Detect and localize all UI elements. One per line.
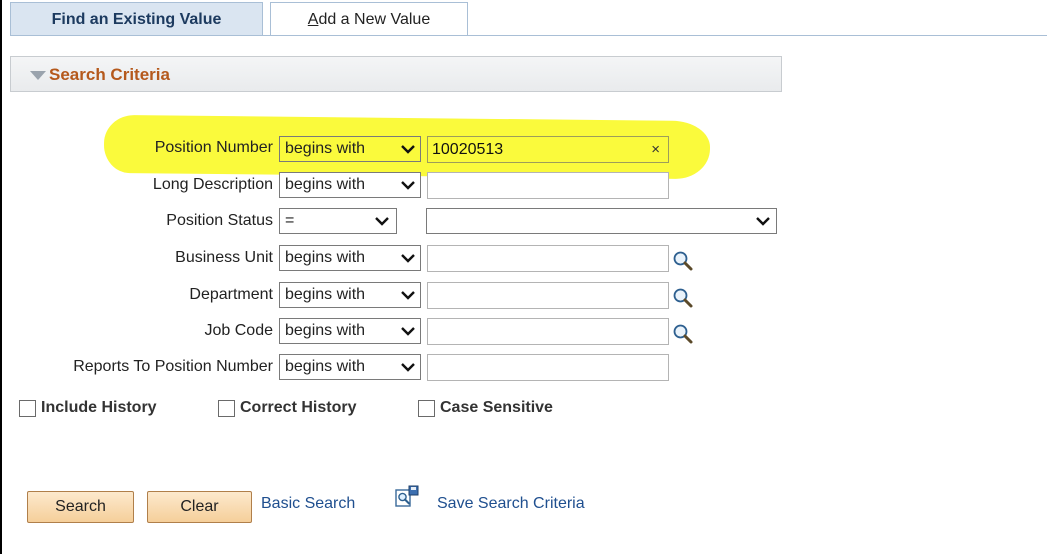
- long-description-operator-value: begins with: [285, 176, 366, 193]
- include-history-checkbox[interactable]: [19, 400, 36, 417]
- magnifier-icon[interactable]: [672, 323, 694, 345]
- position-number-operator-value: begins with: [285, 140, 366, 157]
- save-search-icon[interactable]: [394, 484, 420, 510]
- tab-add-new-label: dd a New Value: [318, 11, 431, 28]
- reports-to-position-number-label: Reports To Position Number: [73, 358, 273, 375]
- include-history-label: Include History: [41, 399, 157, 416]
- department-operator-value: begins with: [285, 286, 366, 303]
- include-history-option[interactable]: Include History: [19, 398, 199, 422]
- job-code-label: Job Code: [204, 322, 274, 339]
- chevron-down-icon: [401, 145, 415, 154]
- position-status-value-select[interactable]: [426, 208, 777, 234]
- tab-add-new-accesskey: A: [307, 11, 319, 28]
- job-code-operator-value: begins with: [285, 322, 366, 339]
- position-status-label: Position Status: [166, 212, 273, 229]
- chevron-down-icon: [401, 363, 415, 372]
- tab-find-existing-value[interactable]: Find an Existing Value: [10, 2, 263, 35]
- chevron-down-icon: [401, 327, 415, 336]
- long-description-input[interactable]: [427, 172, 669, 199]
- long-description-operator-select[interactable]: begins with: [279, 172, 421, 198]
- department-input[interactable]: [427, 282, 669, 309]
- long-description-label: Long Description: [152, 176, 273, 193]
- position-status-operator-value: =: [285, 212, 295, 229]
- correct-history-option[interactable]: Correct History: [218, 398, 398, 422]
- position-number-operator-select[interactable]: begins with: [279, 136, 421, 162]
- job-code-operator-select[interactable]: begins with: [279, 318, 421, 344]
- chevron-down-icon: [375, 217, 389, 226]
- chevron-down-icon: [756, 217, 770, 226]
- clear-button[interactable]: Clear: [147, 491, 252, 523]
- case-sensitive-checkbox[interactable]: [418, 400, 435, 417]
- case-sensitive-label: Case Sensitive: [440, 399, 553, 416]
- search-button[interactable]: Search: [27, 491, 134, 523]
- magnifier-icon[interactable]: [672, 287, 694, 309]
- tab-add-new-value[interactable]: Add a New Value: [270, 2, 468, 35]
- department-label: Department: [189, 286, 273, 303]
- basic-search-link[interactable]: Basic Search: [261, 495, 355, 513]
- clear-field-icon[interactable]: ×: [651, 137, 660, 162]
- business-unit-label: Business Unit: [175, 249, 273, 266]
- magnifier-icon[interactable]: [672, 250, 694, 272]
- business-unit-operator-select[interactable]: begins with: [279, 245, 421, 271]
- collapse-triangle-icon[interactable]: [30, 71, 46, 80]
- search-criteria-title: Search Criteria: [49, 65, 170, 84]
- position-number-input[interactable]: 10020513 ×: [427, 136, 669, 163]
- department-operator-select[interactable]: begins with: [279, 282, 421, 308]
- business-unit-input[interactable]: [427, 245, 669, 272]
- chevron-down-icon: [401, 254, 415, 263]
- reports-to-position-number-input[interactable]: [427, 354, 669, 381]
- position-number-label: Position Number: [154, 139, 273, 156]
- business-unit-operator-value: begins with: [285, 249, 366, 266]
- chevron-down-icon: [401, 181, 415, 190]
- save-search-criteria-link[interactable]: Save Search Criteria: [437, 495, 585, 513]
- reports-to-operator-value: begins with: [285, 358, 366, 375]
- chevron-down-icon: [401, 291, 415, 300]
- position-number-value: 10020513: [432, 141, 504, 158]
- search-criteria-header[interactable]: Search Criteria: [10, 56, 782, 92]
- reports-to-operator-select[interactable]: begins with: [279, 354, 421, 380]
- case-sensitive-option[interactable]: Case Sensitive: [418, 398, 598, 422]
- correct-history-checkbox[interactable]: [218, 400, 235, 417]
- tab-find-existing-label: Find an Existing Value: [51, 11, 222, 28]
- window-left-border: [0, 0, 2, 554]
- position-status-operator-select[interactable]: =: [279, 208, 397, 234]
- job-code-input[interactable]: [427, 318, 669, 345]
- correct-history-label: Correct History: [240, 399, 357, 416]
